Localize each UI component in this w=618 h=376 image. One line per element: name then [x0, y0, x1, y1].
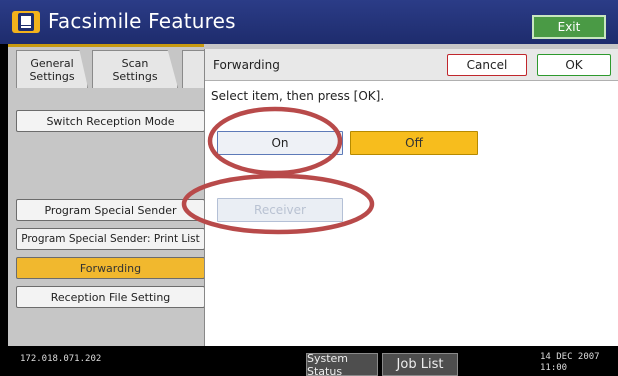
ip-address: 172.018.071.202 [20, 354, 102, 364]
date-text: 14 DEC 2007 [540, 352, 600, 362]
forwarding-dialog: Forwarding Cancel OK Select item, then p… [204, 49, 618, 346]
dialog-title: Forwarding [213, 58, 280, 72]
title-bar: Facsimile Features Exit [0, 0, 618, 44]
time-text: 11:00 [540, 363, 568, 373]
fax-icon [12, 11, 40, 33]
sidebar-item-reception-file-setting[interactable]: Reception File Setting [16, 286, 205, 308]
option-off-button[interactable]: Off [350, 131, 478, 155]
sidebar-item-forwarding[interactable]: Forwarding [16, 257, 205, 279]
exit-button[interactable]: Exit [532, 15, 606, 39]
sidebar-item-switch-reception-mode[interactable]: Switch Reception Mode [16, 110, 205, 132]
system-status-button[interactable]: System Status [306, 352, 378, 376]
sidebar-item-program-special-sender[interactable]: Program Special Sender [16, 199, 205, 221]
tab-label-line1: Scan [121, 56, 149, 70]
ok-button[interactable]: OK [537, 54, 611, 76]
instruction-text: Select item, then press [OK]. [211, 89, 385, 103]
job-list-button[interactable]: Job List [382, 353, 458, 376]
cancel-button[interactable]: Cancel [447, 54, 527, 76]
tab-label-line2: Settings [29, 69, 75, 83]
date-time: 14 DEC 2007 11:00 [540, 352, 600, 374]
dialog-header: Forwarding Cancel OK [205, 49, 618, 81]
tab-underline [8, 44, 204, 47]
tab-label-line1: General [30, 56, 74, 70]
status-bar: 172.018.071.202 System Status Job List 1… [0, 346, 618, 376]
receiver-button: Receiver [217, 198, 343, 222]
sidebar-item-program-special-sender-print-list[interactable]: Program Special Sender: Print List [16, 228, 205, 250]
app-title: Facsimile Features [48, 9, 236, 33]
tab-general-settings[interactable]: General Settings [16, 50, 88, 88]
tab-label-line2: Settings [112, 69, 158, 83]
tab-scan-settings[interactable]: Scan Settings [92, 50, 178, 88]
option-on-button[interactable]: On [217, 131, 343, 155]
